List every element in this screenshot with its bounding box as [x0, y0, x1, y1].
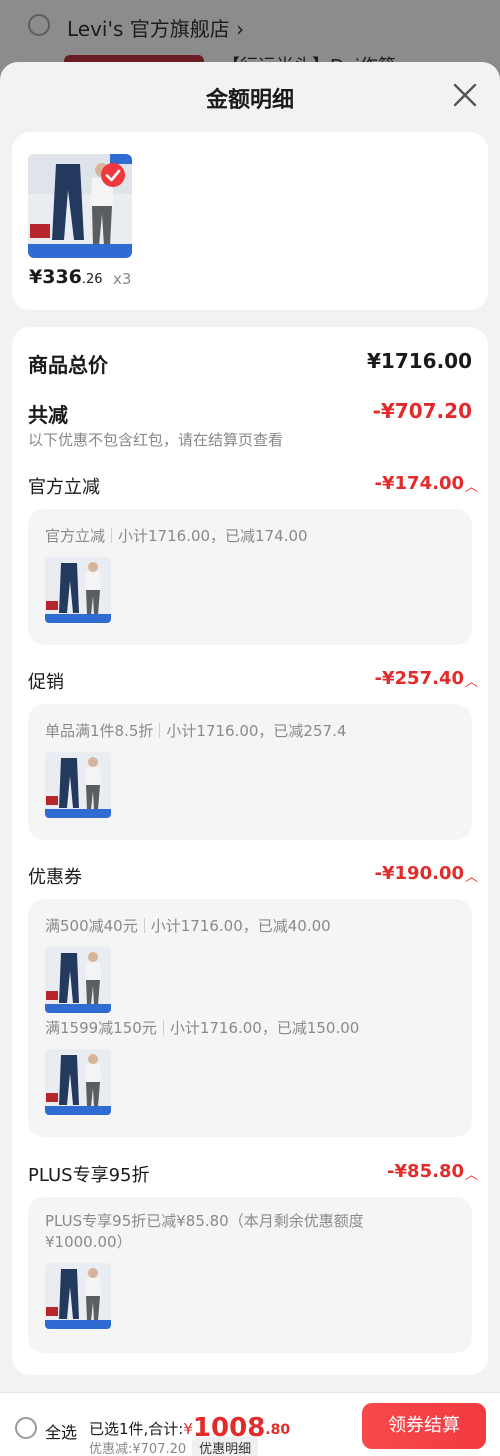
store-name: Levi's 官方旗舰店 ›	[67, 17, 245, 41]
total-discount-value: -¥707.20	[372, 399, 472, 423]
discount-line: 官方立减 小计1716.00，已减174.00	[45, 527, 308, 545]
amount-detail-sheet: 金额明细 ¥336.26 x3 商品总价 ¥1716.00 共减 -¥707.2…	[0, 62, 500, 1392]
discount-note: 以下优惠不包含红包，请在结算页查看	[28, 431, 284, 449]
total-price-value: ¥1716.00	[366, 349, 472, 373]
close-button[interactable]	[450, 80, 480, 110]
section-header-official[interactable]: 官方立减 -¥174.00 ︿	[28, 473, 478, 499]
section-header-promotion[interactable]: 促销 -¥257.40 ︿	[28, 668, 478, 694]
discount-line: 满1599减150元 小计1716.00，已减150.00	[45, 1019, 360, 1037]
section-header-plus[interactable]: PLUS专享95折 -¥85.80 ︿	[28, 1161, 478, 1187]
product-card: ¥336.26 x3	[12, 132, 488, 310]
product-price: ¥336.26	[29, 266, 103, 288]
checkout-bar: 全选 已选1件,合计:¥1008.80 优惠减:¥707.20 优惠明细 领券结算	[0, 1392, 500, 1456]
section-box-plus: PLUS专享95折已减¥85.80（本月剩余优惠额度¥1000.00）	[28, 1197, 472, 1353]
discount-line: 满500减40元 小计1716.00，已减40.00	[45, 917, 331, 935]
discount-line: PLUS专享95折已减¥85.80（本月剩余优惠额度¥1000.00）	[45, 1212, 364, 1251]
price-detail-card: 商品总价 ¥1716.00 共减 -¥707.20 以下优惠不包含红包，请在结算…	[12, 327, 488, 1375]
checkout-button[interactable]: 领券结算	[362, 1403, 486, 1449]
product-thumbnail	[45, 947, 111, 1013]
store-select-radio	[28, 14, 50, 36]
sheet-title: 金额明细	[205, 88, 294, 113]
chevron-up-icon: ︿	[464, 480, 478, 495]
close-icon	[453, 83, 477, 107]
chevron-up-icon: ︿	[464, 1168, 478, 1183]
check-icon[interactable]	[100, 162, 126, 188]
discount-line: 单品满1件8.5折 小计1716.00，已减257.4	[45, 722, 347, 740]
section-header-coupon[interactable]: 优惠券 -¥190.00 ︿	[28, 863, 478, 889]
discount-detail-button[interactable]: 优惠明细	[192, 1437, 259, 1456]
product-thumbnail	[45, 557, 111, 623]
chevron-up-icon: ︿	[464, 675, 478, 690]
select-all-radio[interactable]	[15, 1417, 37, 1439]
chevron-up-icon: ︿	[464, 870, 478, 885]
product-thumbnail	[45, 1263, 111, 1329]
product-thumbnail	[45, 1049, 111, 1115]
total-discount-row: 共减 -¥707.20	[28, 399, 472, 428]
total-price-row: 商品总价 ¥1716.00	[28, 349, 472, 378]
section-box-coupon: 满500减40元 小计1716.00，已减40.00 满1599减150元 小计17…	[28, 899, 472, 1137]
section-box-official: 官方立减 小计1716.00，已减174.00	[28, 509, 472, 645]
section-box-promotion: 单品满1件8.5折 小计1716.00，已减257.4	[28, 704, 472, 840]
product-thumbnail	[45, 752, 111, 818]
discount-summary: 优惠减:¥707.20 优惠明细	[89, 1437, 259, 1456]
select-all-label[interactable]: 全选	[45, 1419, 77, 1443]
product-quantity: x3	[113, 270, 132, 288]
